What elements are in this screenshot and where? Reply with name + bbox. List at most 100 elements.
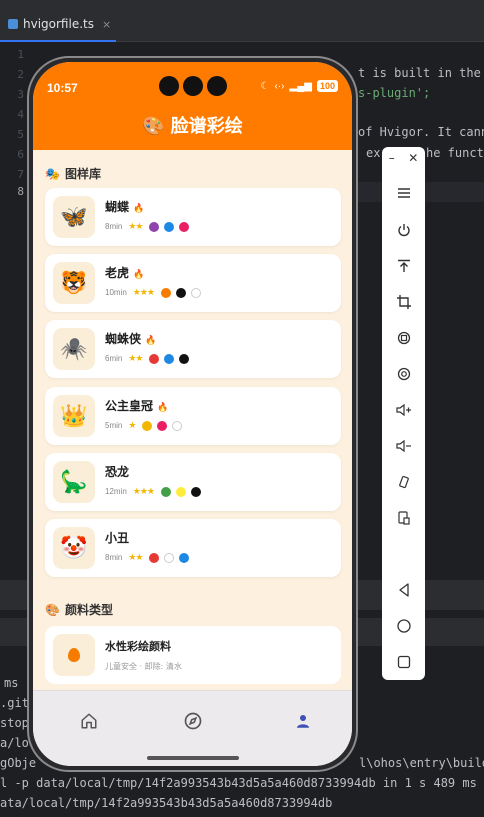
menu-icon[interactable] (382, 181, 425, 205)
volume-up-icon[interactable] (382, 398, 425, 422)
code-line[interactable]: he functi (426, 146, 484, 160)
ide-top-bar (0, 0, 484, 8)
upload-icon[interactable] (382, 254, 425, 278)
bottom-tab-bar (33, 690, 352, 766)
pattern-name: 老虎 🔥 (105, 266, 145, 280)
line-number: 1 (17, 48, 24, 61)
line-number: 7 (17, 168, 24, 181)
patterns-section-title: 🎭 图样库 (45, 166, 101, 182)
terminal-line: ata/local/tmp/14f2a993543b43d5a5a460d873… (0, 796, 333, 810)
code-line[interactable]: t is built in the h (358, 66, 484, 80)
fire-icon: 🔥 (133, 204, 145, 214)
shake-icon[interactable] (382, 470, 425, 494)
close-button[interactable]: ✕ (408, 151, 418, 165)
home-circle-icon[interactable] (382, 614, 425, 638)
pattern-card[interactable]: 🤡 小丑 8min ★★ (45, 519, 341, 577)
data-transfer-icon: ‹·› (274, 80, 285, 92)
fire-icon: 🔥 (145, 336, 157, 346)
volume-down-icon[interactable] (382, 434, 425, 458)
pattern-thumbnail: 👑 (53, 395, 95, 437)
profile-icon[interactable] (291, 709, 315, 733)
paint-card[interactable]: 水性彩绘颜料 儿童安全 · 卸除: 清水 (45, 626, 341, 684)
camera-icon (159, 76, 179, 96)
code-line[interactable]: ex (366, 146, 380, 160)
app-title-text: 脸谱彩绘 (170, 116, 243, 137)
difficulty-stars: ★★ (128, 353, 143, 363)
typescript-file-icon (8, 19, 18, 29)
home-indicator[interactable] (147, 756, 239, 760)
camera-icon (207, 76, 227, 96)
line-number: 2 (17, 68, 24, 81)
phone-screen[interactable]: 10:57 ☾ ‹·› ▂▄▆ 100 🎨 脸谱彩绘 🎭 图样库 🦋 蝴蝶 🔥 8min… (33, 62, 352, 766)
back-icon[interactable] (382, 578, 425, 602)
status-time: 10:57 (47, 81, 78, 95)
moon-icon: ☾ (260, 80, 270, 92)
pattern-meta: 5min ★ (105, 420, 183, 431)
rotate-right-icon[interactable] (382, 362, 425, 386)
tab-close-icon[interactable]: × (102, 18, 111, 31)
pattern-card[interactable]: 🕷️ 蜘蛛侠 🔥 6min ★★ (45, 320, 341, 378)
tab-hvigorfile[interactable]: hvigorfile.ts × (0, 8, 116, 42)
explore-icon[interactable] (181, 709, 205, 733)
rotate-left-icon[interactable] (382, 326, 425, 350)
color-swatch (149, 221, 160, 232)
color-swatch (161, 287, 172, 298)
terminal-line: stop (0, 716, 29, 730)
pattern-thumbnail: 🦋 (53, 196, 95, 238)
terminal-line: .git (0, 696, 29, 710)
pattern-meta: 12min ★★★ (105, 486, 202, 497)
color-swatch (164, 552, 175, 563)
pattern-thumbnail: 🤡 (53, 527, 95, 569)
code-line[interactable]: s-plugin'; (358, 86, 430, 100)
pattern-name: 公主皇冠 🔥 (105, 399, 169, 413)
pattern-name: 蝴蝶 🔥 (105, 200, 145, 214)
color-swatch (179, 552, 190, 563)
terminal-line: gObje (0, 756, 37, 770)
recent-apps-icon[interactable] (382, 650, 425, 674)
code-line[interactable]: of Hvigor. It cann (358, 125, 484, 139)
pattern-card[interactable]: 👑 公主皇冠 🔥 5min ★ (45, 387, 341, 445)
line-number: 4 (17, 108, 24, 121)
status-icons: ☾ ‹·› ▂▄▆ 100 (261, 80, 338, 92)
paint-section-title: 🎨 颜料类型 (45, 602, 113, 618)
pattern-name: 蜘蛛侠 🔥 (105, 332, 157, 346)
color-swatch (164, 221, 175, 232)
line-number: 6 (17, 148, 24, 161)
color-swatch (149, 353, 160, 364)
paint-description: 儿童安全 · 卸除: 清水 (105, 662, 182, 671)
difficulty-stars: ★★ (128, 552, 143, 562)
paint-name: 水性彩绘颜料 (105, 640, 171, 653)
pattern-name: 小丑 (105, 531, 130, 545)
line-number: 3 (17, 88, 24, 101)
power-icon[interactable] (382, 218, 425, 242)
pattern-meta: 8min ★★ (105, 221, 190, 232)
paint-drop-icon (53, 634, 95, 676)
emulator-toolbar: – ✕ (382, 147, 425, 680)
pattern-card[interactable]: 🦕 恐龙 12min ★★★ (45, 453, 341, 511)
difficulty-stars: ★★★ (132, 486, 155, 496)
pattern-meta: 6min ★★ (105, 353, 190, 364)
pattern-duration: 6min (105, 354, 123, 363)
editor-tabbar: hvigorfile.ts × (0, 8, 484, 42)
difficulty-stars: ★ (128, 420, 136, 430)
screenshot-icon[interactable] (382, 506, 425, 530)
color-swatch (179, 221, 190, 232)
crop-icon[interactable] (382, 290, 425, 314)
color-swatch (149, 552, 160, 563)
fire-icon: 🔥 (133, 270, 145, 280)
color-swatch (191, 287, 202, 298)
home-icon[interactable] (77, 709, 101, 733)
color-swatch (176, 486, 187, 497)
color-swatch (157, 420, 168, 431)
difficulty-stars: ★★ (128, 221, 143, 231)
pattern-card[interactable]: 🦋 蝴蝶 🔥 8min ★★ (45, 188, 341, 246)
pattern-duration: 5min (105, 421, 123, 430)
terminal-line: l -p data/local/tmp/14f2a993543b43d5a5a4… (0, 776, 477, 790)
pattern-duration: 12min (105, 487, 127, 496)
minimize-button[interactable]: – (389, 151, 395, 165)
palette-icon: 🎨 (45, 602, 60, 617)
pattern-thumbnail: 🐯 (53, 262, 95, 304)
pattern-card[interactable]: 🐯 老虎 🔥 10min ★★★ (45, 254, 341, 312)
phone-frame: 10:57 ☾ ‹·› ▂▄▆ 100 🎨 脸谱彩绘 🎭 图样库 🦋 蝴蝶 🔥 8min… (27, 56, 358, 772)
fire-icon: 🔥 (157, 403, 169, 413)
